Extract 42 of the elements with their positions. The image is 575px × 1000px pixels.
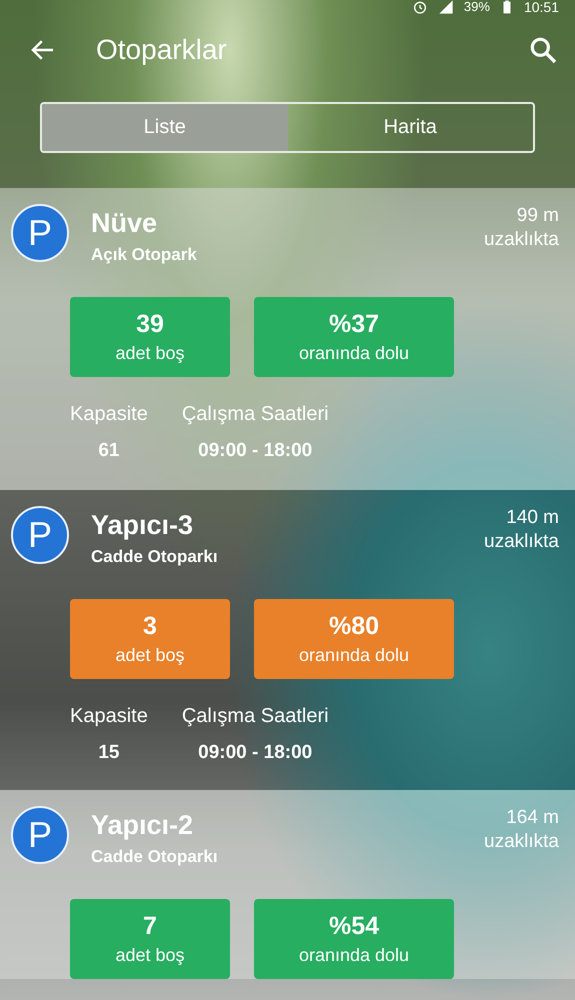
distance-label: uzaklıkta (484, 228, 559, 252)
distance: 99 m (516, 204, 559, 228)
clock: 10:51 (524, 0, 559, 14)
distance-label: uzaklıkta (484, 830, 559, 854)
hours-label: Çalışma Saatleri (182, 705, 329, 728)
parking-card[interactable]: P Nüve Açık Otopark 99 m uzaklıkta 39 adet boş %37 oranında dolu Kapasite 61 Çalışma Saatleri 09:00 - 18:00 (0, 188, 575, 490)
hours-label: Çalışma Saatleri (182, 403, 329, 426)
alarm-icon (412, 0, 428, 15)
parking-type: Cadde Otoparkı (91, 547, 219, 567)
parking-name: Yapıcı-3 (91, 510, 194, 541)
distance: 164 m (505, 806, 559, 830)
free-label: adet boş (115, 945, 185, 966)
occupancy-percent: %54 (328, 912, 380, 941)
occupancy-label: oranında dolu (298, 945, 410, 966)
capacity-label: Kapasite (70, 403, 148, 426)
free-label: adet boş (115, 343, 185, 364)
parking-type: Açık Otopark (91, 245, 198, 265)
occupancy-percent: %37 (328, 310, 380, 339)
hours-value: 09:00 - 18:00 (198, 440, 312, 462)
parking-type: Cadde Otoparkı (91, 847, 219, 867)
free-count: 3 (143, 612, 157, 641)
hours-value: 09:00 - 18:00 (198, 742, 312, 764)
capacity-value: 61 (98, 440, 120, 462)
app-title: Otoparklar (96, 34, 228, 66)
distance-label: uzaklıkta (484, 530, 559, 554)
signal-icon (438, 0, 454, 15)
parking-name: Yapıcı-2 (91, 810, 194, 841)
battery-percent: 39% (464, 0, 490, 14)
parking-name: Nüve (91, 208, 158, 239)
tab[interactable]: Harita (288, 104, 533, 151)
parking-card[interactable]: P Yapıcı-3 Cadde Otoparkı 140 m uzaklıkta 3 adet boş %80 oranında dolu Kapasite 15 Çalışma Saatleri 09:00 - 18:00 (0, 490, 575, 790)
capacity-value: 15 (98, 742, 120, 764)
free-count: 7 (143, 912, 157, 941)
tab[interactable]: Liste (42, 104, 288, 151)
occupancy-label: oranında dolu (298, 645, 410, 666)
capacity-label: Kapasite (70, 705, 148, 728)
free-label: adet boş (115, 645, 185, 666)
free-count: 39 (136, 310, 164, 339)
occupancy-percent: %80 (328, 612, 380, 641)
parking-card[interactable]: P Yapıcı-2 Cadde Otoparkı 164 m uzaklıkta 7 adet boş %54 oranında dolu (0, 790, 575, 979)
occupancy-label: oranında dolu (298, 343, 410, 364)
distance: 140 m (505, 506, 559, 530)
